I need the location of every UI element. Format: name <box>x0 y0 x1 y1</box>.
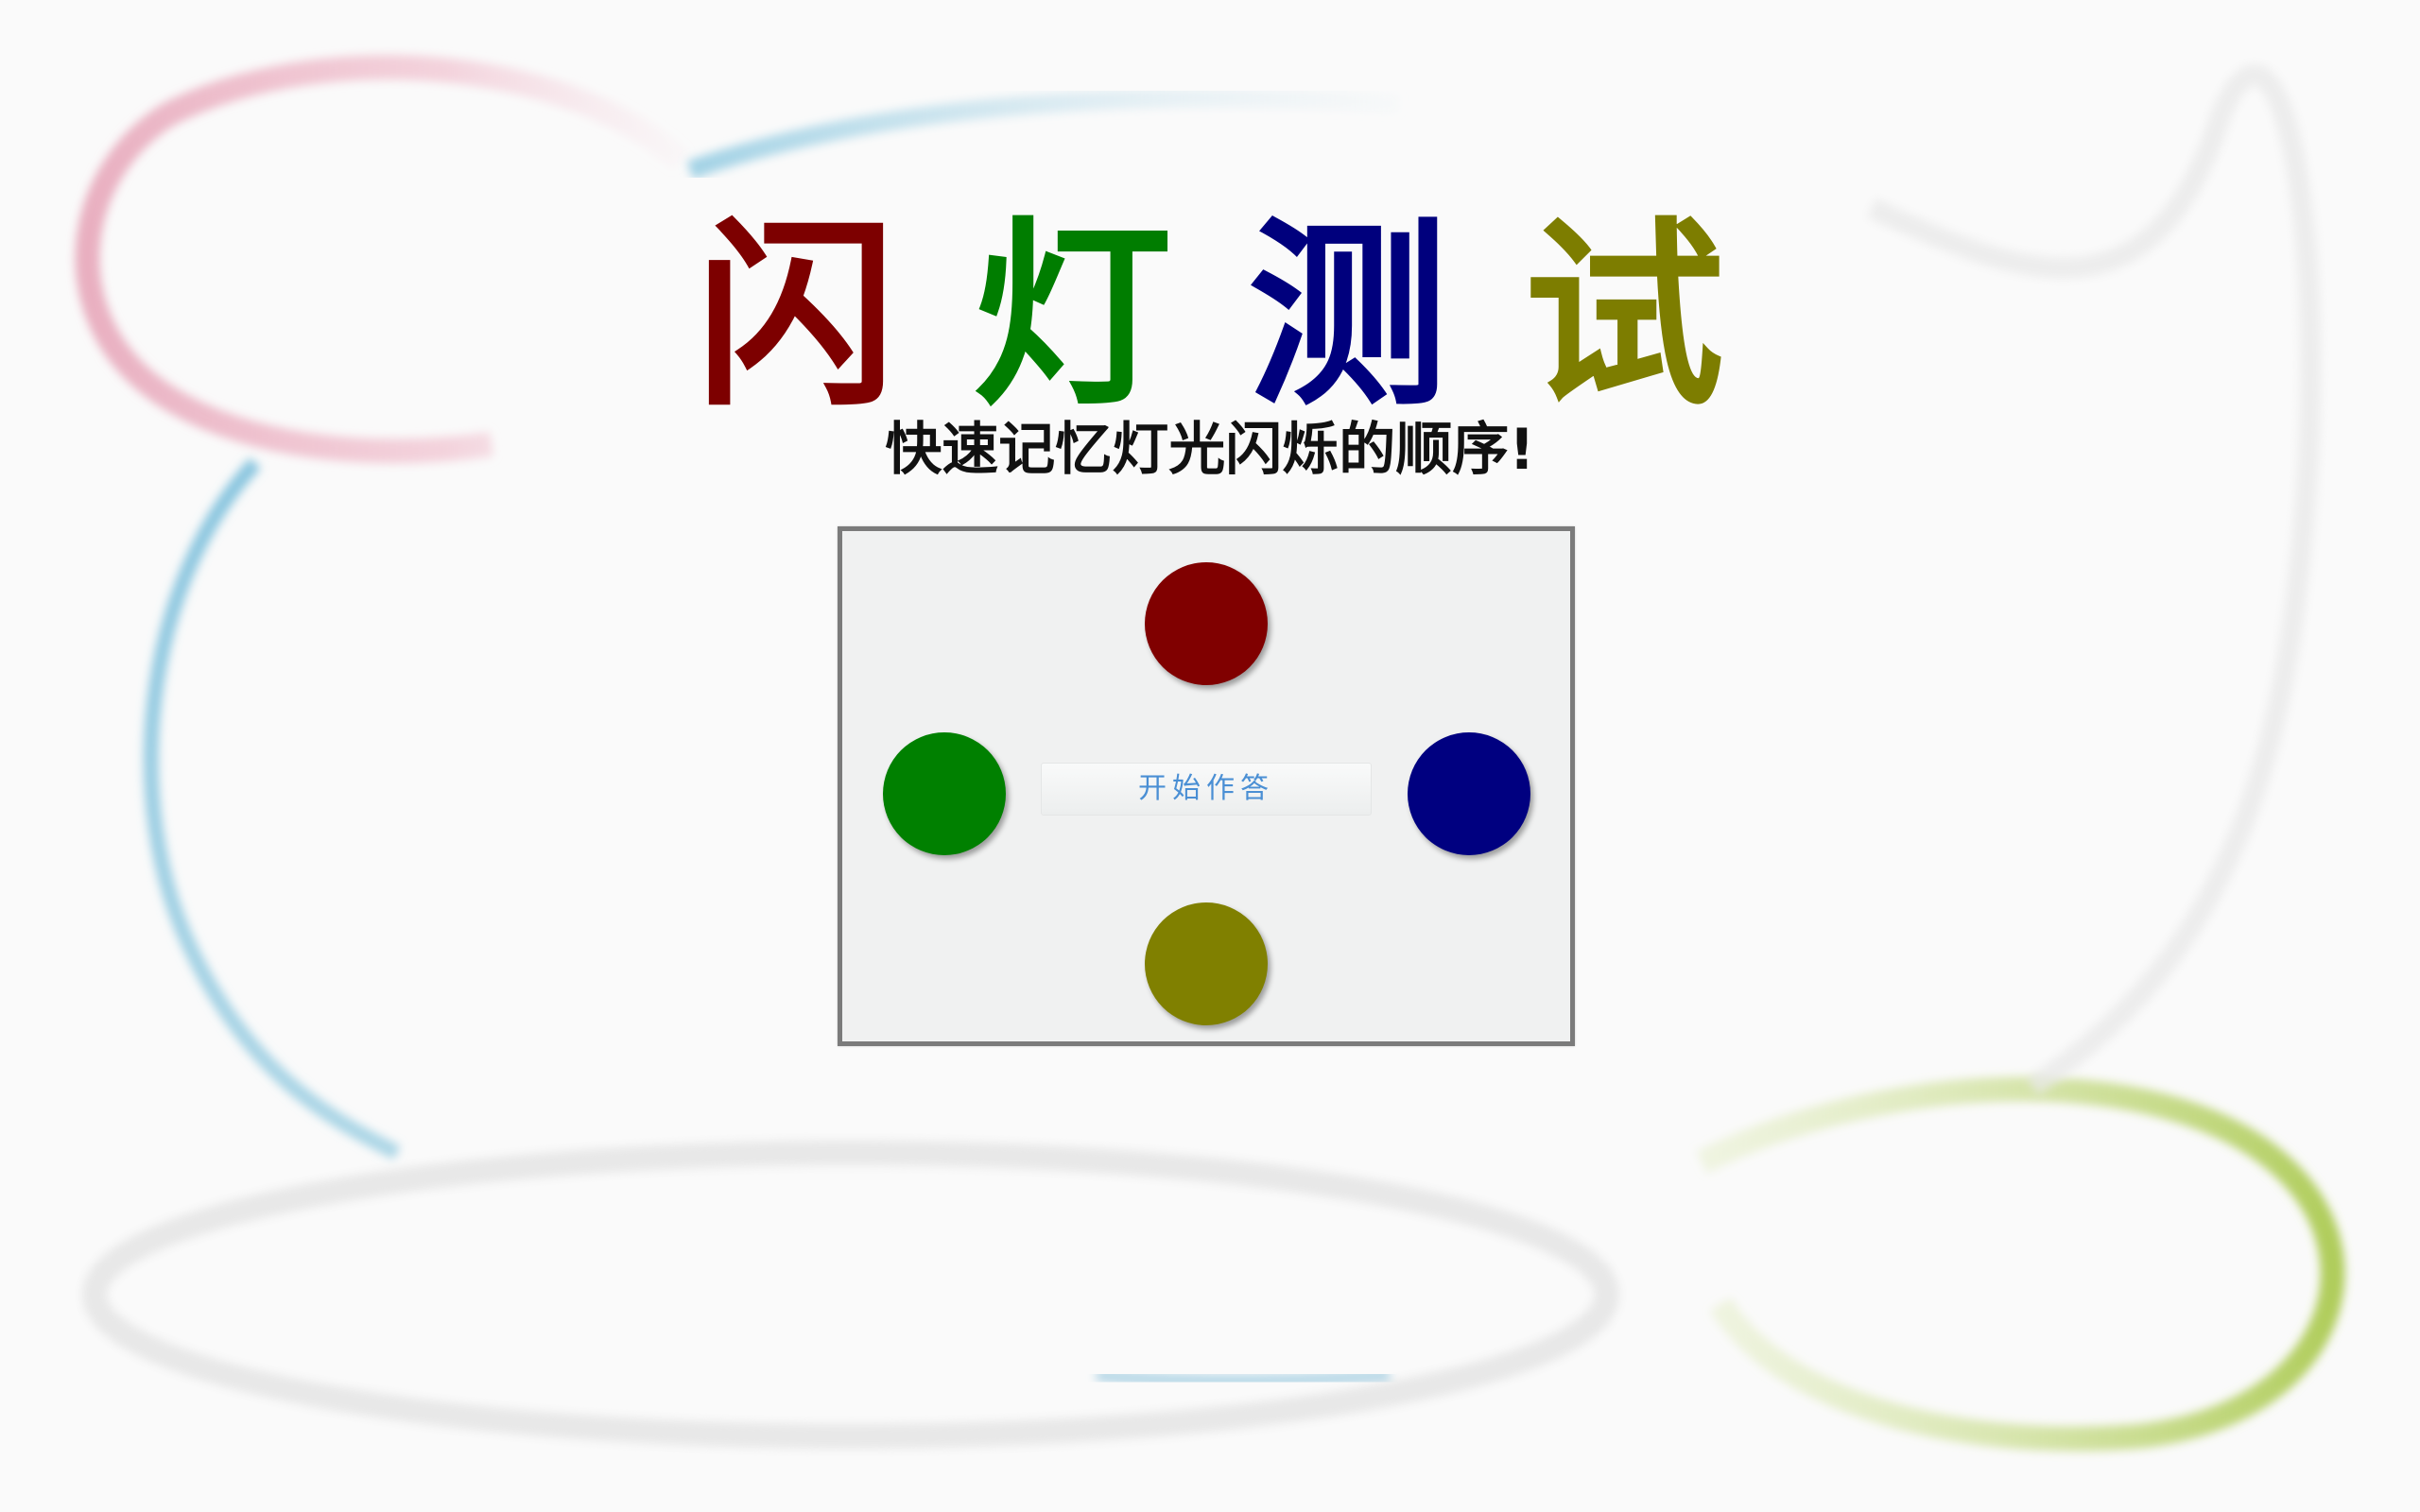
game-subtitle: 快速记忆灯光闪烁的顺序! <box>885 417 1535 483</box>
title-char-1: 闪 <box>696 199 896 433</box>
start-answer-button[interactable]: 开始作答 <box>1041 763 1372 816</box>
title-char-2: 灯 <box>972 199 1172 433</box>
grey-ellipse <box>82 1141 1619 1449</box>
game-stage: 闪灯测试 快速记忆灯光闪烁的顺序! 开始作答 <box>0 0 2420 1512</box>
lamp-bottom-olive[interactable] <box>1145 902 1268 1025</box>
title-char-3: 测 <box>1248 199 1448 433</box>
bottom-blue-swirl <box>1096 1368 1391 1388</box>
title-char-4: 试 <box>1524 199 1724 433</box>
lamp-top-red[interactable] <box>1145 562 1268 685</box>
lamp-left-green[interactable] <box>883 732 1006 855</box>
green-swirl <box>1696 1076 2345 1452</box>
left-blue-swirl <box>143 457 401 1160</box>
game-board: 开始作答 <box>838 526 1575 1046</box>
game-title: 闪灯测试 <box>0 203 2420 430</box>
top-blue-swirl <box>686 88 1400 180</box>
lamp-right-blue[interactable] <box>1408 732 1530 855</box>
